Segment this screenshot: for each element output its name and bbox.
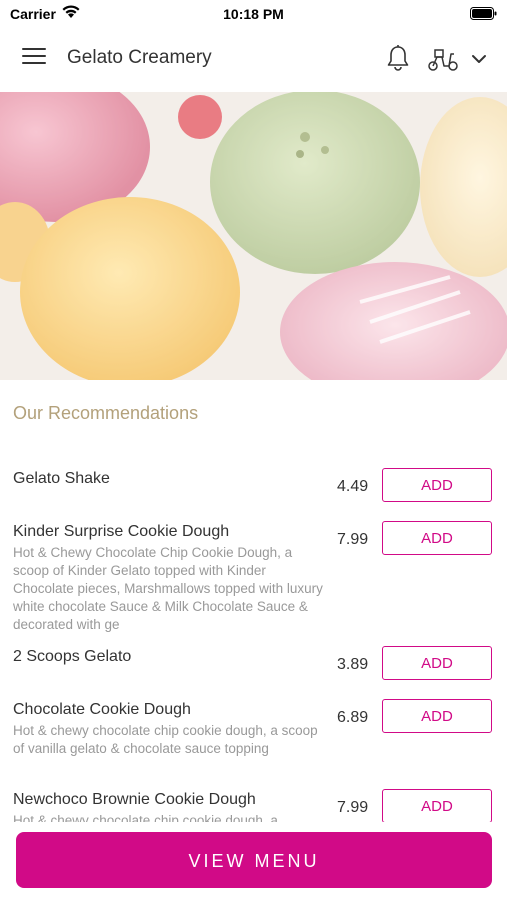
list-item: Kinder Surprise Cookie Dough Hot & Chewy… xyxy=(0,519,507,644)
chevron-down-icon[interactable] xyxy=(470,50,488,68)
item-name: Kinder Surprise Cookie Dough xyxy=(13,523,230,540)
item-name: 2 Scoops Gelato xyxy=(13,648,132,665)
list-item: Chocolate Cookie Dough Hot & chewy choco… xyxy=(0,697,507,787)
item-name: Chocolate Cookie Dough xyxy=(13,701,191,718)
add-button[interactable]: ADD xyxy=(382,521,492,555)
page-title: Gelato Creamery xyxy=(67,47,212,68)
add-button[interactable]: ADD xyxy=(382,789,492,822)
gelato-scoops-illustration xyxy=(0,92,507,380)
clock: 10:18 PM xyxy=(223,6,284,22)
item-description: Hot & Chewy Chocolate Chip Cookie Dough,… xyxy=(13,545,323,632)
item-description: Hot & chewy chocolate chip cookie dough,… xyxy=(13,813,278,822)
item-name: Gelato Shake xyxy=(13,470,110,487)
scooter-icon[interactable] xyxy=(427,46,459,72)
view-menu-button[interactable]: VIEW MENU xyxy=(16,832,492,888)
item-price: 4.49 xyxy=(337,478,369,495)
hamburger-menu-icon[interactable] xyxy=(22,48,46,68)
list-item: Newchoco Brownie Cookie Dough Hot & chew… xyxy=(0,787,507,822)
list-item: Gelato Shake 4.49 ADD xyxy=(0,466,507,519)
section-title-recommendations: Our Recommendations xyxy=(13,403,199,423)
item-price: 6.89 xyxy=(337,709,369,726)
item-price: 7.99 xyxy=(337,799,369,816)
item-description: Hot & chewy chocolate chip cookie dough,… xyxy=(13,723,318,756)
app-header: Gelato Creamery xyxy=(0,28,507,90)
item-price: 7.99 xyxy=(337,531,369,548)
list-item: 2 Scoops Gelato 3.89 ADD xyxy=(0,644,507,697)
recommendations-list: Gelato Shake 4.49 ADD Kinder Surprise Co… xyxy=(0,466,507,822)
item-name: Newchoco Brownie Cookie Dough xyxy=(13,791,256,808)
item-price: 3.89 xyxy=(337,656,369,673)
bell-icon[interactable] xyxy=(385,44,411,72)
hero-image xyxy=(0,92,507,380)
status-bar: Carrier 10:18 PM xyxy=(0,0,507,28)
add-button[interactable]: ADD xyxy=(382,646,492,680)
add-button[interactable]: ADD xyxy=(382,699,492,733)
add-button[interactable]: ADD xyxy=(382,468,492,502)
battery-icon xyxy=(470,7,497,20)
